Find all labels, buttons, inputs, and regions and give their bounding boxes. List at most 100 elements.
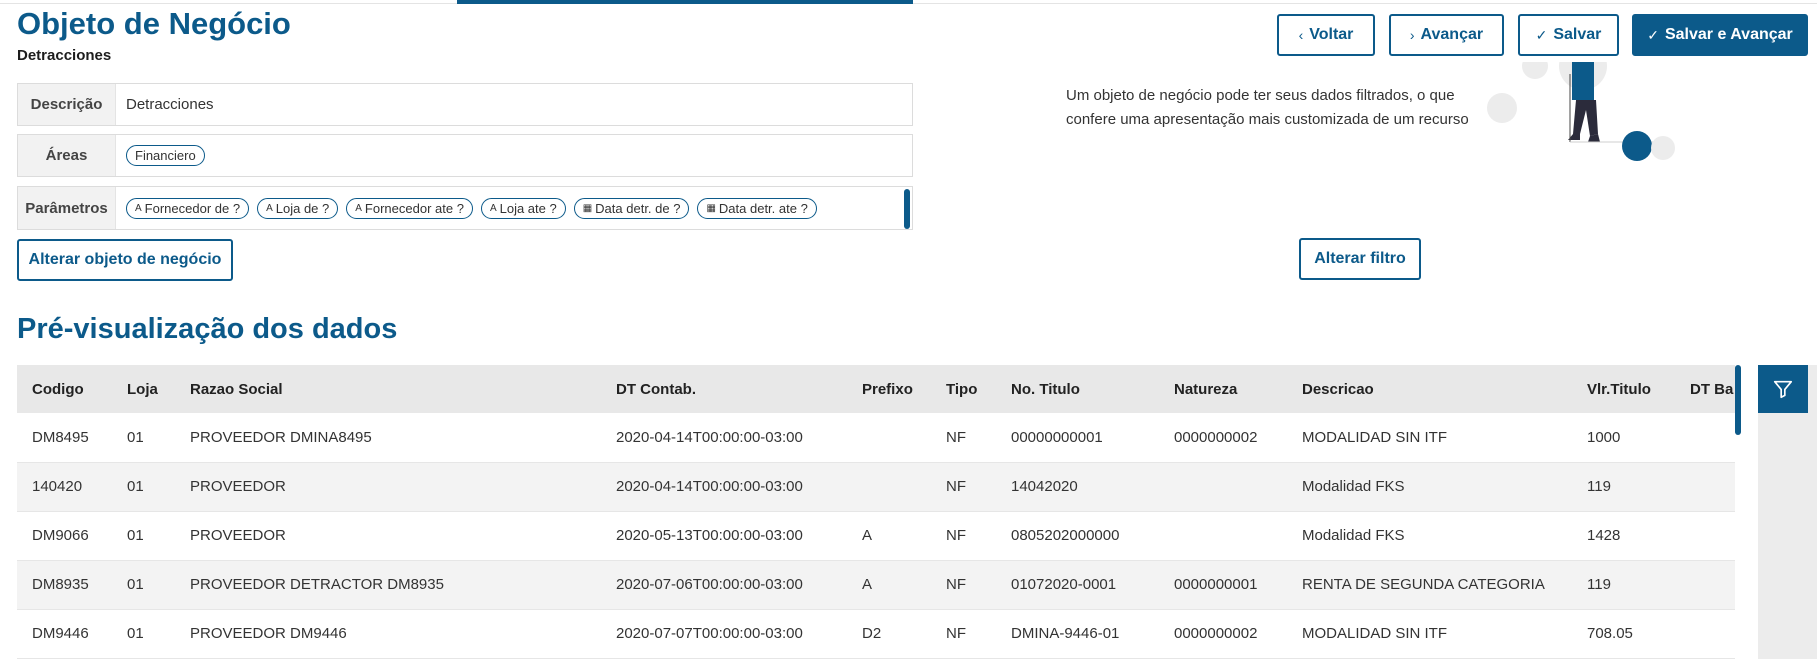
change-object-button-label: Alterar objeto de negócio: [28, 251, 222, 268]
table-cell: 2020-07-06T00:00:00-03:00: [601, 560, 847, 610]
table-cell: NF: [931, 462, 996, 512]
column-header[interactable]: Vlr.Titulo: [1572, 365, 1675, 413]
table-cell: 00000000001: [996, 413, 1159, 463]
back-button-label: Voltar: [1309, 26, 1354, 43]
areas-label: Áreas: [18, 135, 116, 176]
change-object-button[interactable]: Alterar objeto de negócio: [17, 239, 233, 281]
table-cell: 2020-04-14T00:00:00-03:00: [601, 462, 847, 512]
save-button[interactable]: ✓ Salvar: [1518, 14, 1619, 56]
parameters-scrollbar[interactable]: [904, 189, 910, 229]
parameters-chips: A Fornecedor de ? A Loja de ? A Fornecedor …: [116, 197, 817, 219]
parameter-chip[interactable]: A Loja de ?: [257, 197, 339, 219]
table-cell: NF: [931, 560, 996, 610]
table-cell: D2: [847, 609, 931, 659]
column-header[interactable]: No. Titulo: [996, 365, 1159, 413]
parameter-chip[interactable]: ▦ Data detr. ate ?: [697, 197, 817, 219]
description-value: Detracciones: [126, 96, 214, 113]
table-cell: DM8935: [17, 560, 112, 610]
column-header[interactable]: Razao Social: [175, 365, 601, 413]
table-cell: 0805202000000: [996, 511, 1159, 561]
step-indicator-bar: [457, 0, 913, 4]
table-cell: 140420: [17, 462, 112, 512]
table-row[interactable]: DM9066 01 PROVEEDOR 2020-05-13T00:00:00-…: [17, 511, 1735, 561]
next-button[interactable]: › Avançar: [1389, 14, 1504, 56]
table-cell: PROVEEDOR DMINA8495: [175, 413, 601, 463]
column-header[interactable]: Natureza: [1159, 365, 1287, 413]
parameter-chip-label: Fornecedor de ?: [144, 200, 241, 216]
table-row[interactable]: 140420 01 PROVEEDOR 2020-04-14T00:00:00-…: [17, 462, 1735, 512]
table-cell: 0000000002: [1159, 413, 1287, 463]
parameter-chip-label: Loja de ?: [275, 200, 330, 216]
table-scrollbar[interactable]: [1735, 365, 1741, 435]
table-cell: DMINA-9446-01: [996, 609, 1159, 659]
table-cell: 0000000001: [1159, 560, 1287, 610]
preview-table: Codigo Loja Razao Social DT Contab. Pref…: [17, 365, 1735, 659]
table-cell: PROVEEDOR: [175, 511, 601, 561]
next-button-label: Avançar: [1420, 26, 1484, 43]
parameter-chip[interactable]: A Fornecedor de ?: [126, 197, 250, 219]
table-row[interactable]: DM9446 01 PROVEEDOR DM9446 2020-07-07T00…: [17, 609, 1735, 659]
table-cell: NF: [931, 511, 996, 561]
calendar-icon: ▦: [706, 202, 716, 214]
calendar-icon: ▦: [582, 202, 593, 214]
text-type-icon: A: [355, 202, 362, 214]
table-cell: 01: [112, 560, 175, 610]
table-cell: [1675, 609, 1735, 659]
table-cell: MODALIDAD SIN ITF: [1287, 413, 1572, 463]
person-illustration-icon: [1487, 62, 1675, 161]
table-cell: [1675, 560, 1735, 610]
column-header[interactable]: DT Contab.: [601, 365, 847, 413]
table-cell: 14042020: [996, 462, 1159, 512]
check-icon: ✓: [1535, 26, 1548, 43]
change-filter-button[interactable]: Alterar filtro: [1299, 238, 1421, 280]
save-and-next-button[interactable]: ✓ Salvar e Avançar: [1632, 14, 1808, 56]
table-cell: Modalidad FKS: [1287, 511, 1572, 561]
table-cell: 2020-04-14T00:00:00-03:00: [601, 413, 847, 463]
back-button[interactable]: ‹ Voltar: [1277, 14, 1375, 56]
table-cell: PROVEEDOR DM9446: [175, 609, 601, 659]
areas-field: Áreas Financiero: [17, 134, 913, 177]
check-icon: ✓: [1647, 26, 1659, 43]
table-cell: 1000: [1572, 413, 1675, 463]
table-cell: 2020-07-07T00:00:00-03:00: [601, 609, 847, 659]
column-header[interactable]: Descricao: [1287, 365, 1572, 413]
table-cell: 01: [112, 462, 175, 512]
table-row[interactable]: DM8495 01 PROVEEDOR DMINA8495 2020-04-14…: [17, 413, 1735, 463]
parameter-chip[interactable]: ▦ Data detr. de ?: [573, 197, 690, 219]
chevron-right-icon: ›: [1409, 27, 1415, 43]
table-cell: 119: [1572, 560, 1675, 610]
parameter-chip-label: Data detr. de ?: [595, 200, 681, 216]
table-cell: 01072020-0001: [996, 560, 1159, 610]
filter-button[interactable]: [1758, 365, 1808, 413]
page-subtitle: Detracciones: [17, 47, 112, 64]
parameter-chip[interactable]: A Fornecedor ate ?: [346, 197, 473, 219]
table-cell: [1675, 511, 1735, 561]
text-type-icon: A: [266, 202, 273, 214]
save-and-next-button-label: Salvar e Avançar: [1664, 26, 1793, 43]
table-row[interactable]: DM8935 01 PROVEEDOR DETRACTOR DM8935 202…: [17, 560, 1735, 610]
description-field: Descrição Detracciones: [17, 83, 913, 126]
column-header[interactable]: Tipo: [931, 365, 996, 413]
chevron-left-icon: ‹: [1298, 27, 1304, 43]
table-cell: [847, 462, 931, 512]
description-label: Descrição: [18, 84, 116, 125]
column-header[interactable]: DT Ba: [1675, 365, 1735, 413]
parameters-label: Parâmetros: [18, 187, 116, 229]
column-header[interactable]: Codigo: [17, 365, 112, 413]
parameter-chip-label: Data detr. ate ?: [718, 200, 808, 216]
column-header[interactable]: Prefixo: [847, 365, 931, 413]
table-cell: [1675, 413, 1735, 463]
page-title: Objeto de Negócio: [17, 6, 291, 41]
column-header[interactable]: Loja: [112, 365, 175, 413]
area-chip[interactable]: Financiero: [126, 145, 205, 166]
table-cell: DM8495: [17, 413, 112, 463]
table-cell: 2020-05-13T00:00:00-03:00: [601, 511, 847, 561]
parameter-chip[interactable]: A Loja ate ?: [480, 197, 566, 219]
table-cell: DM9066: [17, 511, 112, 561]
table-cell: DM9446: [17, 609, 112, 659]
parameters-field: Parâmetros A Fornecedor de ? A Loja de ? A…: [17, 186, 913, 230]
table-cell: PROVEEDOR DETRACTOR DM8935: [175, 560, 601, 610]
table-cell: 0000000002: [1159, 609, 1287, 659]
filter-info-text: Um objeto de negócio pode ter seus dados…: [1066, 87, 1469, 128]
table-cell: [1159, 511, 1287, 561]
